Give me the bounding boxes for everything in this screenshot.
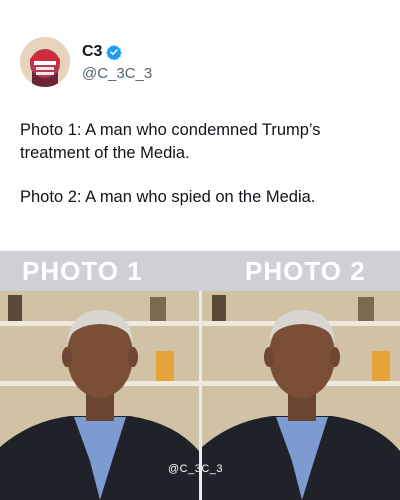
post-text: Photo 1: A man who condemned Trump’s tre… (20, 119, 385, 209)
post-image[interactable]: PHOTO 1 PHOTO 2 @C_3C_3 (0, 251, 400, 500)
post-header: C3 @C_3C_3 (20, 37, 152, 87)
photo-panel-right (202, 291, 400, 500)
photo-2-label: PHOTO 2 (245, 256, 366, 286)
handle[interactable]: @C_3C_3 (82, 65, 152, 82)
display-name[interactable]: C3 (82, 43, 102, 61)
post-text-line-1: Photo 1: A man who condemned Trump’s tre… (20, 121, 321, 162)
photo-1-label: PHOTO 1 (22, 256, 143, 286)
image-watermark: @C_3C_3 (168, 463, 224, 475)
post-text-line-2: Photo 2: A man who spied on the Media. (20, 188, 316, 206)
avatar[interactable] (20, 37, 70, 87)
verified-badge-icon (106, 44, 123, 60)
